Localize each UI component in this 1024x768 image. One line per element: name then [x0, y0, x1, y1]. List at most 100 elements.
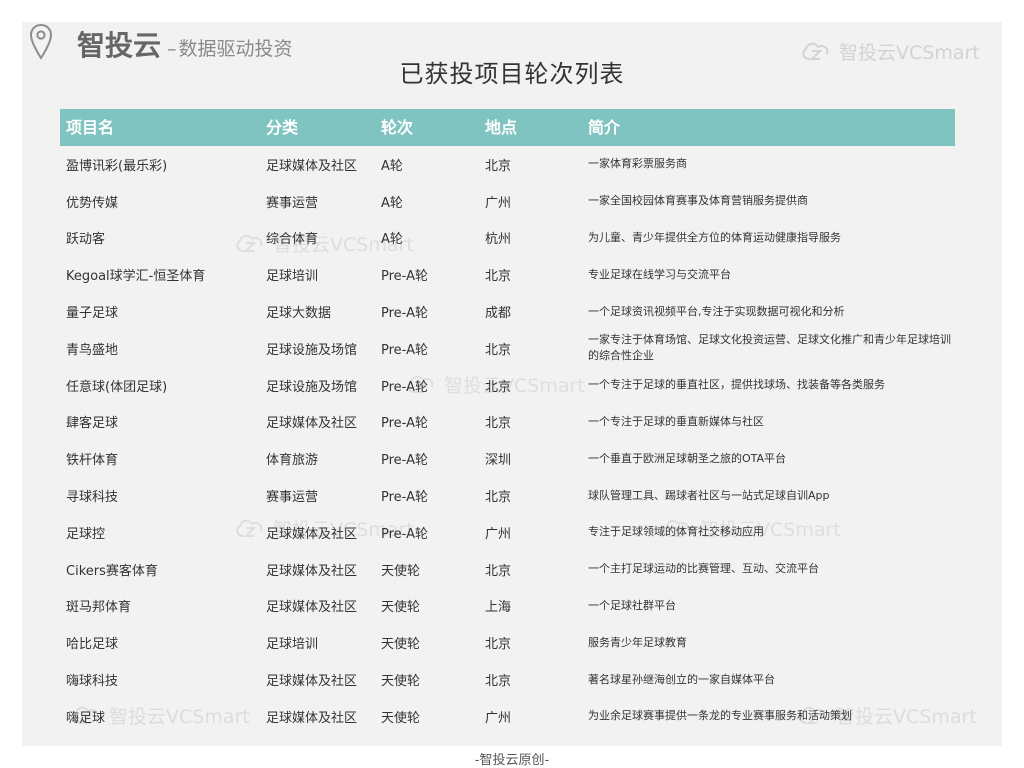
cell-intro: 一家体育彩票服务商: [588, 157, 687, 171]
cell-project-name: 盈博讯彩(最乐彩): [66, 158, 168, 174]
cell-intro: 一个专注于足球的垂直社区，提供找球场、找装备等各类服务: [588, 378, 885, 392]
cell-round: A轮: [381, 158, 403, 174]
cell-project-name: 铁杆体育: [66, 453, 119, 469]
cell-intro: 一个专注于足球的垂直新媒体与社区: [588, 414, 764, 428]
cell-location: 北京: [485, 637, 512, 653]
cell-location: 成都: [485, 306, 512, 322]
cell-category: 足球大数据: [266, 306, 332, 322]
table-row: 嗨足球 足球媒体及社区 天使轮 广州 为业余足球赛事提供一条龙的专业赛事服务和活动策划: [60, 698, 955, 735]
cell-project-name: 青鸟盛地: [66, 342, 119, 358]
table-row: 足球控 足球媒体及社区 Pre-A轮 广州 专注于足球领域的体育社交移动应用: [60, 514, 955, 551]
table-row: 优势传媒 赛事运营 A轮 广州 一家全国校园体育赛事及体育营销服务提供商: [60, 183, 955, 220]
cell-project-name: 哈比足球: [66, 637, 119, 653]
table-row: 量子足球 足球大数据 Pre-A轮 成都 一个足球资讯视频平台,专注于实现数据可视化和分…: [60, 293, 955, 330]
cell-intro: 一个主打足球运动的比赛管理、互动、交流平台: [588, 562, 819, 576]
cell-round: A轮: [381, 232, 403, 248]
table-row: 跃动客 综合体育 A轮 杭州 为儿童、青少年提供全方位的体育运动健康指导服务: [60, 220, 955, 257]
cell-intro: 专注于足球领域的体育社交移动应用: [588, 525, 764, 539]
cell-category: 足球媒体及社区: [266, 674, 358, 690]
cell-round: A轮: [381, 195, 403, 211]
footer-credit: -智投云原创-: [474, 753, 550, 768]
cell-intro: 服务青少年足球教育: [588, 635, 687, 649]
cell-round: Pre-A轮: [381, 526, 428, 542]
cell-location: 北京: [485, 416, 512, 432]
cell-project-name: 足球控: [66, 526, 106, 542]
brand-header: 智投云 – 数据驱动投资: [77, 24, 293, 62]
cell-category: 足球设施及场馆: [266, 379, 358, 395]
cell-category: 足球媒体及社区: [266, 600, 358, 616]
cell-project-name: Cikers赛客体育: [66, 563, 158, 579]
cell-category: 足球培训: [266, 637, 319, 653]
column-header-location: 地点: [485, 118, 518, 137]
cell-intro: 一个足球资讯视频平台,专注于实现数据可视化和分析: [588, 304, 845, 318]
cell-location: 广州: [485, 526, 512, 542]
column-header-intro: 简介: [588, 118, 621, 137]
cell-round: 天使轮: [381, 563, 421, 579]
cell-category: 足球媒体及社区: [266, 158, 358, 174]
cell-location: 北京: [485, 269, 512, 285]
cell-project-name: 嗨球科技: [66, 674, 119, 690]
cell-category: 综合体育: [266, 232, 319, 248]
cell-project-name: 任意球(体团足球): [66, 379, 168, 395]
table-row: 盈博讯彩(最乐彩) 足球媒体及社区 A轮 北京 一家体育彩票服务商: [60, 146, 955, 183]
cell-category: 足球媒体及社区: [266, 710, 358, 726]
cell-project-name: Kegoal球学汇-恒圣体育: [66, 269, 206, 285]
cell-round: Pre-A轮: [381, 342, 428, 358]
cell-location: 北京: [485, 490, 512, 506]
page-title: 已获投项目轮次列表: [399, 60, 625, 88]
cell-project-name: 跃动客: [66, 232, 106, 248]
cell-location: 杭州: [485, 232, 512, 248]
cell-intro: 专业足球在线学习与交流平台: [588, 267, 731, 281]
cell-location: 北京: [485, 158, 512, 174]
cell-round: Pre-A轮: [381, 269, 428, 285]
table-row: 青鸟盛地 足球设施及场馆 Pre-A轮 北京 一家专注于体育场馆、足球文化投资运营、足球…: [60, 330, 955, 367]
table-header: 项目名 分类 轮次 地点 简介: [60, 109, 955, 146]
table-body: 盈博讯彩(最乐彩) 足球媒体及社区 A轮 北京 一家体育彩票服务商 优势传媒 赛事运营 A轮广…: [60, 146, 955, 735]
cell-round: Pre-A轮: [381, 379, 428, 395]
cell-intro: 一家专注于体育场馆、足球文化投资运营、足球文化推广和青少年足球培训的综合性企业: [588, 333, 951, 363]
cell-location: 北京: [485, 674, 512, 690]
table-row: 寻球科技 赛事运营 Pre-A轮 北京 球队管理工具、踢球者社区与一站式足球自训App: [60, 477, 955, 514]
cell-category: 足球媒体及社区: [266, 526, 358, 542]
cell-round: 天使轮: [381, 637, 421, 653]
cell-intro: 一个垂直于欧洲足球朝圣之旅的OTA平台: [588, 451, 787, 465]
cell-location: 广州: [485, 710, 512, 726]
cell-round: 天使轮: [381, 674, 421, 690]
table-row: 嗨球科技 足球媒体及社区 天使轮 北京 著名球星孙继海创立的一家自媒体平台: [60, 661, 955, 698]
cell-round: Pre-A轮: [381, 490, 428, 506]
cell-category: 足球媒体及社区: [266, 563, 358, 579]
cell-category: 足球培训: [266, 269, 319, 285]
cell-round: Pre-A轮: [381, 416, 428, 432]
cell-location: 北京: [485, 563, 512, 579]
cell-round: Pre-A轮: [381, 306, 428, 322]
cell-project-name: 肆客足球: [66, 416, 119, 432]
cell-intro: 为儿童、青少年提供全方位的体育运动健康指导服务: [588, 230, 841, 244]
cell-intro: 著名球星孙继海创立的一家自媒体平台: [588, 672, 775, 686]
cell-category: 足球设施及场馆: [266, 342, 358, 358]
cell-round: 天使轮: [381, 710, 421, 726]
cell-project-name: 嗨足球: [66, 710, 106, 726]
column-header-name: 项目名: [66, 118, 115, 137]
cell-round: 天使轮: [381, 600, 421, 616]
cell-category: 足球媒体及社区: [266, 416, 358, 432]
table-row: 铁杆体育 体育旅游 Pre-A轮 深圳 一个垂直于欧洲足球朝圣之旅的OTA平台: [60, 440, 955, 477]
cell-intro: 一家全国校园体育赛事及体育营销服务提供商: [588, 194, 808, 208]
cell-location: 上海: [485, 600, 512, 616]
cell-project-name: 斑马邦体育: [66, 600, 132, 616]
column-header-category: 分类: [266, 118, 299, 137]
cell-category: 赛事运营: [266, 195, 319, 211]
funded-projects-table: 项目名 分类 轮次 地点 简介 盈博讯彩(最乐彩) 足球媒体及社区 A轮 北京 一家体育…: [60, 109, 955, 735]
column-header-round: 轮次: [381, 118, 414, 137]
cell-intro: 为业余足球赛事提供一条龙的专业赛事服务和活动策划: [588, 709, 852, 723]
cell-location: 北京: [485, 379, 512, 395]
cell-location: 北京: [485, 342, 512, 358]
cell-project-name: 寻球科技: [66, 490, 119, 506]
table-row: 任意球(体团足球) 足球设施及场馆 Pre-A轮 北京 一个专注于足球的垂直社区，提供找…: [60, 367, 955, 404]
cell-round: Pre-A轮: [381, 453, 428, 469]
cell-intro: 一个足球社群平台: [588, 598, 676, 612]
table-row: Cikers赛客体育 足球媒体及社区 天使轮 北京 一个主打足球运动的比赛管理、互动、交…: [60, 551, 955, 588]
table-row: 斑马邦体育 足球媒体及社区 天使轮 上海 一个足球社群平台: [60, 588, 955, 625]
cell-project-name: 优势传媒: [66, 195, 119, 211]
table-row: 哈比足球 足球培训 天使轮 北京 服务青少年足球教育: [60, 624, 955, 661]
cell-location: 广州: [485, 195, 512, 211]
